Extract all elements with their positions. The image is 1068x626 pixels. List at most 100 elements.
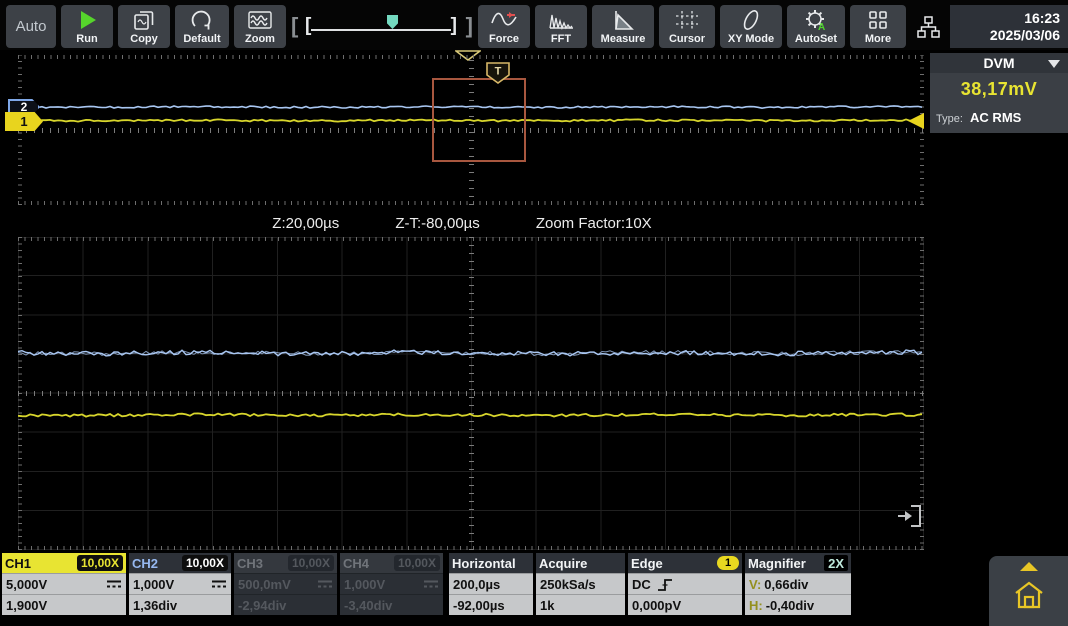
ch4-offset: -3,40div: [344, 598, 392, 613]
zoom-factor: Zoom Factor:10X: [536, 215, 652, 232]
magnifier-v-value: 0,66div: [764, 577, 808, 592]
lan-status[interactable]: [911, 5, 945, 48]
slider-right-limit: ]: [466, 13, 473, 39]
ch2-offset: 1,36div: [133, 598, 177, 613]
ch4-atten-badge: 10,00X: [394, 555, 440, 571]
ch1-label: CH1: [5, 556, 31, 571]
horizontal-block[interactable]: Horizontal 200,0µs -92,00µs: [449, 553, 533, 615]
dvm-header[interactable]: DVM: [930, 53, 1068, 73]
clock[interactable]: 16:23 2025/03/06: [950, 5, 1068, 48]
dvm-title: DVM: [983, 55, 1014, 71]
ch4-block[interactable]: CH4 10,00X 1,000V -3,40div: [340, 553, 443, 615]
home-panel: [989, 556, 1068, 626]
ch2-block[interactable]: CH2 10,00X 1,000V 1,36div: [129, 553, 231, 615]
default-button[interactable]: Default: [175, 5, 229, 48]
top-toolbar: Auto Run Copy Default: [0, 0, 1068, 50]
svg-text:A: A: [818, 22, 825, 32]
ch4-scale: 1,000V: [344, 577, 385, 592]
ch3-label: CH3: [237, 556, 263, 571]
zoom-graticule: [18, 237, 924, 550]
magnifier-label: Magnifier: [748, 556, 806, 571]
horizontal-offset: -92,00µs: [453, 598, 505, 613]
dc-coupling-icon: [423, 579, 439, 589]
edge-label: Edge: [631, 556, 663, 571]
fft-button[interactable]: FFT: [535, 5, 587, 48]
force-trigger-icon: [491, 7, 517, 33]
measure-ruler-icon: [611, 7, 635, 33]
ch4-label: CH4: [343, 556, 369, 571]
autoset-button[interactable]: A AutoSet: [787, 5, 845, 48]
status-bar: CH1 10,00X 5,000V 1,900V CH2 10,00X 1,00…: [2, 553, 851, 615]
trigger-source-badge: 1: [717, 556, 739, 570]
network-icon: [915, 14, 941, 40]
force-button[interactable]: Force: [478, 5, 530, 48]
copy-button[interactable]: Copy: [118, 5, 170, 48]
zoom-info-row: Z:20,00µs Z-T:-80,00µs Zoom Factor:10X: [0, 210, 924, 236]
dvm-body: 38,17mV Type: AC RMS: [930, 73, 1068, 133]
run-button[interactable]: Run: [61, 5, 113, 48]
ch1-block[interactable]: CH1 10,00X 5,000V 1,900V: [2, 553, 126, 615]
rising-edge-icon: [657, 577, 673, 592]
zoom-timebase: Z:20,00µs: [272, 215, 339, 232]
home-button[interactable]: [1012, 579, 1046, 611]
play-icon: [76, 7, 98, 33]
reset-arrow-icon: [190, 7, 214, 33]
home-icon: [1012, 579, 1046, 611]
dvm-type-row: Type: AC RMS: [936, 110, 1062, 125]
ch3-scale: 500,0mV: [238, 577, 291, 592]
edge-trigger-block[interactable]: Edge 1 DC 0,000pV: [628, 553, 742, 615]
ch1-offset: 1,900V: [6, 598, 47, 613]
slider-left-handle[interactable]: [: [305, 15, 311, 37]
magnifier-v-label: V:: [749, 577, 761, 592]
measure-button[interactable]: Measure: [592, 5, 654, 48]
gear-icon: A: [804, 7, 828, 33]
ch1-scale: 5,000V: [6, 577, 47, 592]
ch3-atten-badge: 10,00X: [288, 555, 334, 571]
chevron-down-icon: [1048, 60, 1060, 68]
dc-coupling-icon: [211, 579, 227, 589]
trigger-mode-button[interactable]: Auto: [6, 5, 56, 48]
acquire-label: Acquire: [539, 556, 587, 571]
slider-track: [311, 29, 451, 31]
copy-icon: [132, 7, 156, 33]
fft-spectrum-icon: [548, 7, 574, 33]
more-button[interactable]: More: [850, 5, 906, 48]
dvm-type-label: Type:: [936, 113, 963, 125]
magnifier-factor-badge: 2X: [824, 555, 848, 571]
ch3-block[interactable]: CH3 10,00X 500,0mV -2,94div: [234, 553, 337, 615]
magnifier-h-value: -0,40div: [766, 598, 814, 613]
edge-coupling: DC: [632, 577, 651, 592]
zoom-window-box[interactable]: [432, 78, 526, 162]
trigger-level-value: 0,000pV: [632, 598, 681, 613]
dc-coupling-icon: [106, 579, 122, 589]
zoom-waveform-icon: [247, 7, 273, 33]
slider-left-limit: [: [291, 13, 298, 39]
exit-zoom-icon[interactable]: [893, 501, 925, 531]
slider-thumb[interactable]: [387, 15, 398, 29]
magnifier-block[interactable]: Magnifier 2X V: 0,66div H: -0,40div: [745, 553, 851, 615]
acquire-block[interactable]: Acquire 250kSa/s 1k: [536, 553, 625, 615]
horizontal-label: Horizontal: [452, 556, 516, 571]
trigger-level-flag[interactable]: T: [486, 62, 510, 84]
acquire-mem-depth: 1k: [540, 598, 554, 613]
svg-text:T: T: [495, 66, 502, 78]
dc-coupling-icon: [317, 579, 333, 589]
cursor-button[interactable]: Cursor: [659, 5, 715, 48]
slider-right-handle[interactable]: ]: [451, 15, 457, 37]
xy-ellipse-icon: [739, 7, 763, 33]
ch3-offset: -2,94div: [238, 598, 286, 613]
ch2-label: CH2: [132, 556, 158, 571]
horizontal-position-slider[interactable]: [ [ ] ]: [291, 5, 473, 48]
cursor-crosshair-icon: [674, 7, 700, 33]
scope-display: T 2 1 Z:20,00µs Z-T:-80,00µs Zoom Factor…: [0, 50, 1068, 626]
ch2-atten-badge: 10,00X: [182, 555, 228, 571]
zoomed-waveforms: [18, 237, 924, 550]
trigger-level-arrow[interactable]: [908, 113, 924, 129]
xy-mode-button[interactable]: XY Mode: [720, 5, 782, 48]
dvm-value: 38,17mV: [936, 79, 1062, 100]
collapse-up-icon[interactable]: [1020, 562, 1038, 571]
clock-date: 2025/03/06: [990, 27, 1060, 44]
zoom-button[interactable]: Zoom: [234, 5, 286, 48]
overview-graticule: T 2 1: [18, 55, 924, 205]
horizontal-timebase: 200,0µs: [453, 577, 500, 592]
